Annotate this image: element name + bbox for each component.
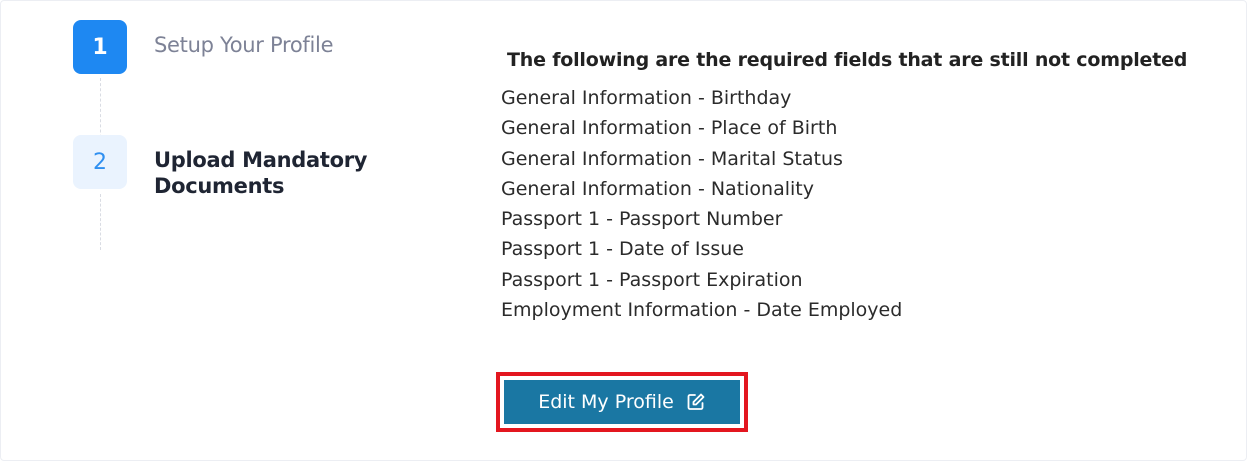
list-item: Passport 1 - Passport Number bbox=[501, 208, 783, 231]
list-item: Passport 1 - Passport Expiration bbox=[501, 268, 803, 291]
list-item: General Information - Marital Status bbox=[501, 147, 843, 170]
required-fields-panel: The following are the required fields th… bbox=[501, 49, 1221, 325]
list-item: General Information - Place of Birth bbox=[501, 117, 838, 140]
required-fields-heading: The following are the required fields th… bbox=[507, 49, 1188, 71]
step-number-badge: 1 bbox=[73, 20, 127, 74]
edit-icon bbox=[686, 392, 706, 412]
list-item: Passport 1 - Date of Issue bbox=[501, 238, 744, 261]
list-item: Employment Information - Date Employed bbox=[501, 299, 903, 322]
list-item: General Information - Nationality bbox=[501, 177, 814, 200]
step-label: Setup Your Profile bbox=[154, 33, 334, 57]
edit-button-label: Edit My Profile bbox=[538, 391, 674, 413]
required-fields-list: General Information - Birthday General I… bbox=[501, 83, 1221, 325]
step-connector bbox=[100, 194, 101, 250]
stepper: 1 Setup Your Profile 2 Upload Mandatory … bbox=[73, 20, 433, 260]
list-item: General Information - Birthday bbox=[501, 87, 792, 109]
edit-my-profile-button[interactable]: Edit My Profile bbox=[504, 380, 740, 424]
step-number-badge: 2 bbox=[73, 135, 127, 189]
profile-completion-card: 1 Setup Your Profile 2 Upload Mandatory … bbox=[0, 0, 1247, 461]
edit-button-highlight: Edit My Profile bbox=[496, 372, 748, 432]
step-label: Upload Mandatory Documents bbox=[154, 148, 368, 198]
